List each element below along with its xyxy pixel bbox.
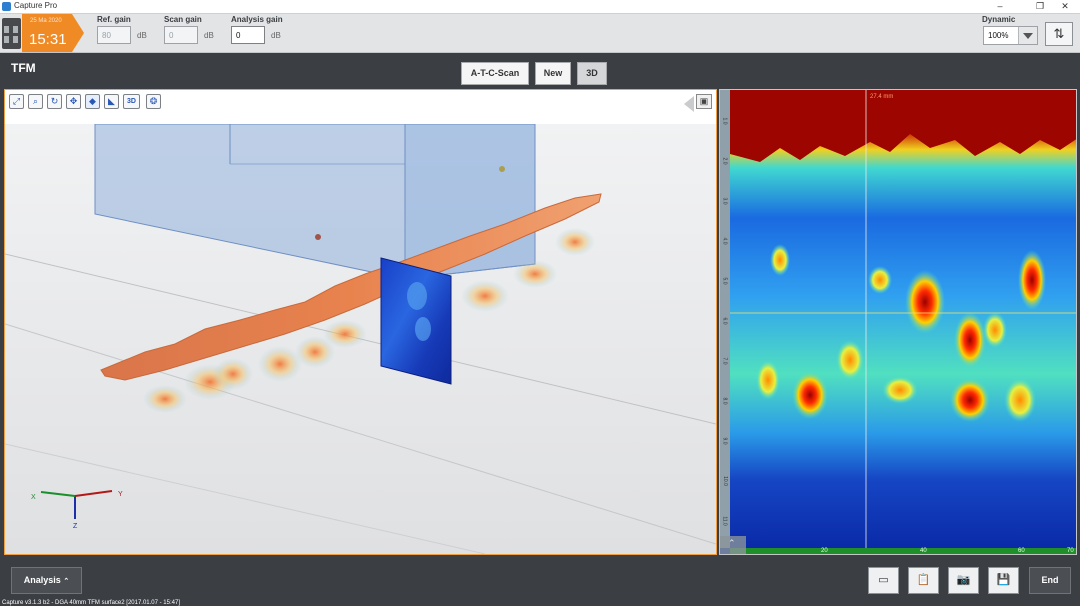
- battery-icon: [2, 18, 21, 49]
- scan-gain-input[interactable]: 0: [164, 26, 198, 44]
- analysis-button[interactable]: Analysis ⌃: [11, 567, 82, 594]
- close-icon[interactable]: ✕: [1050, 0, 1080, 13]
- y-tick: 2.0: [721, 157, 728, 165]
- clock: 25 Ma 2020 15:31: [22, 14, 82, 52]
- zoom-icon[interactable]: ⌕: [28, 94, 43, 109]
- clock-date: 25 Ma 2020: [30, 18, 62, 24]
- ref-gain-label: Ref. gain: [97, 15, 131, 24]
- volume-render[interactable]: [5, 124, 716, 554]
- y-tick: 1.0: [721, 117, 728, 125]
- y-tick: 3.0: [721, 197, 728, 205]
- tab-3d[interactable]: 3D: [577, 62, 607, 85]
- y-tick: 6.0: [721, 317, 728, 325]
- clipboard-icon: 📋: [916, 574, 931, 586]
- mode-bar: TFM A-T-C-Scan New 3D: [0, 53, 1080, 88]
- chevron-down-icon[interactable]: [1018, 27, 1037, 44]
- swap-button[interactable]: ⇅: [1045, 22, 1073, 46]
- ref-gain-input[interactable]: 80: [97, 26, 131, 44]
- y-tick: 11.0: [721, 516, 728, 526]
- analysis-button-label: Analysis: [23, 575, 61, 585]
- clock-time: 15:31: [29, 31, 67, 48]
- minimize-icon[interactable]: –: [985, 0, 1015, 13]
- layers-icon[interactable]: ❂: [146, 94, 161, 109]
- collapse-icon[interactable]: [684, 96, 694, 112]
- view-3d[interactable]: ⤢ ⌕ ↻ ✥ ◆ ◣ 3D ❂ ▣ X Y Z: [4, 89, 717, 555]
- gain-panel: 25 Ma 2020 15:31 Ref. gain 80 dB Scan ga…: [0, 14, 1080, 53]
- view-toolbar: ⤢ ⌕ ↻ ✥ ◆ ◣ 3D ❂ ▣: [5, 90, 716, 124]
- probe-icon[interactable]: ◆: [85, 94, 100, 109]
- report-button[interactable]: 📋: [908, 567, 939, 594]
- y-tick: 4.0: [721, 237, 728, 245]
- camera-icon: 📷: [956, 574, 971, 586]
- y-tick: 7.0: [721, 357, 728, 365]
- dynamic-value: 100%: [988, 31, 1009, 40]
- y-tick: 8.0: [721, 397, 728, 405]
- x-tick-60: 60: [1018, 548, 1025, 554]
- layout-button[interactable]: ▭: [868, 567, 899, 594]
- page-title: TFM: [11, 61, 36, 75]
- y-tick: 9.0: [721, 437, 728, 445]
- ref-gain-unit: dB: [137, 31, 147, 40]
- save-icon: 💾: [996, 574, 1011, 586]
- x-tick-40: 40: [920, 548, 927, 554]
- cube-view-icon[interactable]: ▣: [696, 94, 712, 109]
- window-title: Capture Pro: [14, 1, 58, 10]
- scan-gain-unit: dB: [204, 31, 214, 40]
- dynamic-select[interactable]: 100%: [983, 26, 1038, 45]
- swap-arrows-icon: ⇅: [1053, 26, 1065, 41]
- dynamic-label: Dynamic: [982, 15, 1016, 24]
- analysis-gain-unit: dB: [271, 31, 281, 40]
- save-button[interactable]: 💾: [988, 567, 1019, 594]
- snapshot-button[interactable]: 📷: [948, 567, 979, 594]
- cursor-readout: 27.4 mm: [870, 94, 894, 100]
- y-tick: 5.0: [721, 277, 728, 285]
- end-button[interactable]: End: [1029, 567, 1071, 594]
- collapse-up-icon[interactable]: ⌃: [728, 538, 736, 549]
- pan-icon[interactable]: ✥: [66, 94, 81, 109]
- x-tick-20: 20: [821, 548, 828, 554]
- depth-ruler: 1.0 2.0 3.0 4.0 5.0 6.0 7.0 8.0 9.0 10.0…: [720, 90, 730, 548]
- fit-icon[interactable]: ⤢: [9, 94, 24, 109]
- view-3d-icon[interactable]: 3D: [123, 94, 140, 109]
- scan-gain-label: Scan gain: [164, 15, 202, 24]
- axis-y-label: Y: [118, 491, 123, 498]
- layout-icon: ▭: [878, 574, 889, 586]
- bscan-view[interactable]: 27.4 mm 20 40 60 70 1.0 2.0 3.0 4.0 5.0 …: [719, 89, 1077, 555]
- analysis-gain-input[interactable]: 0: [231, 26, 265, 44]
- bottom-bar: Analysis ⌃ ▭ 📋 📷 💾 End Capture v3.1.3 b2…: [0, 556, 1080, 606]
- analysis-gain-label: Analysis gain: [231, 15, 283, 24]
- chevron-up-icon: ⌃: [63, 578, 70, 585]
- rotate-icon[interactable]: ↻: [47, 94, 62, 109]
- probe-alt-icon[interactable]: ◣: [104, 94, 119, 109]
- tab-new[interactable]: New: [535, 62, 571, 85]
- bscan-image[interactable]: [720, 90, 1077, 555]
- x-tick-70: 70: [1067, 548, 1074, 554]
- axis-x-label: X: [31, 494, 36, 501]
- y-tick: 10.0: [721, 476, 728, 486]
- axis-z-label: Z: [73, 523, 78, 530]
- status-line: Capture v3.1.3 b2 - DGA 40mm TFM surface…: [2, 600, 180, 606]
- app-icon: [2, 2, 11, 11]
- tab-atc-scan[interactable]: A-T-C-Scan: [461, 62, 529, 85]
- title-bar: Capture Pro – ❐ ✕: [0, 0, 1080, 14]
